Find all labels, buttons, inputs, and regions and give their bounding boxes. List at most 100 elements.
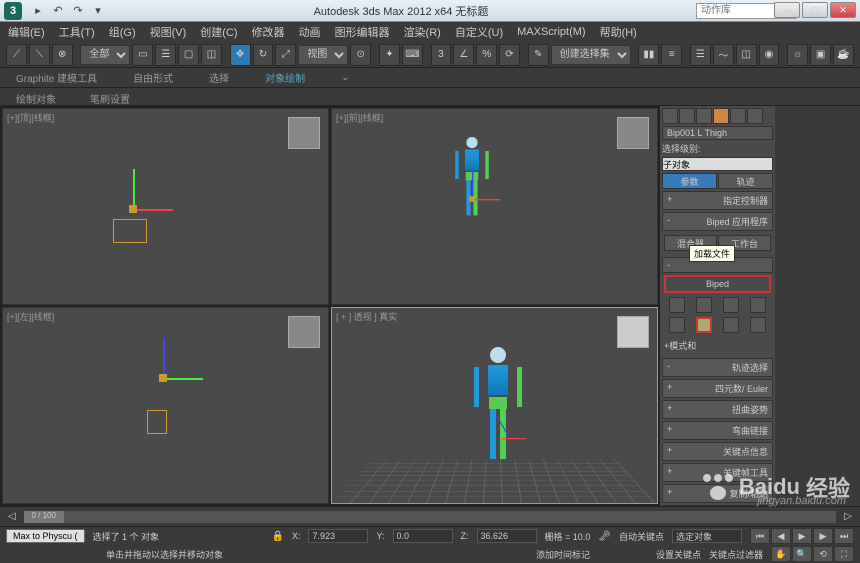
rollout-biped-apps[interactable]: -Biped 应用程序 [662,212,773,231]
qat-redo-icon[interactable]: ↷ [70,3,86,19]
set-key-button[interactable]: 设置关键点 [656,548,701,561]
menu-create[interactable]: 创建(C) [200,24,237,40]
coord-y-input[interactable] [393,529,453,543]
time-slider[interactable]: 0 / 100 [24,511,837,523]
key-filters-button[interactable]: 关键点过滤器 [709,548,763,561]
render-icon[interactable]: ☕ [833,44,854,66]
app-icon[interactable]: 3 [4,2,22,20]
menu-modifiers[interactable]: 修改器 [252,24,285,40]
qat-undo-icon[interactable]: ↶ [50,3,66,19]
use-pivot-icon[interactable]: ⊙ [350,44,371,66]
menu-graph-editors[interactable]: 图形编辑器 [335,24,390,40]
selection-filter[interactable]: 全部 [80,45,130,65]
coord-x-input[interactable] [308,529,368,543]
menu-animation[interactable]: 动画 [299,24,321,40]
sub-object-field[interactable] [662,157,773,171]
viewport-label[interactable]: [+][顶][线框] [7,111,54,124]
viewcube-icon[interactable] [288,117,320,149]
keyboard-shortcut-icon[interactable]: ⌨ [402,44,423,66]
rollout-quaternion[interactable]: +四元数/ Euler [662,379,773,398]
rollout-assign-controller[interactable]: +指定控制器 [662,191,773,210]
nav-zoom-icon[interactable]: 🔍 [792,546,812,562]
rollout-key-info[interactable]: +关键点信息 [662,442,773,461]
footstep-mode-icon[interactable] [696,297,712,313]
align-icon[interactable]: ≡ [661,44,682,66]
menu-group[interactable]: 组(G) [109,24,136,40]
viewcube-icon[interactable] [617,117,649,149]
curve-editor-icon[interactable]: 〜 [713,44,734,66]
bind-icon[interactable]: ⊗ [52,44,73,66]
biped-playback-icon[interactable] [669,317,685,333]
menu-rendering[interactable]: 渲染(R) [404,24,441,40]
prev-frame-icon[interactable]: ◀ [771,528,791,544]
move-icon[interactable]: ✥ [230,44,251,66]
select-region-icon[interactable]: ▢ [178,44,199,66]
mixer-mode-icon[interactable] [750,297,766,313]
spinner-snap-icon[interactable]: ⟳ [499,44,520,66]
timeline[interactable]: ◁ 0 / 100 ▷ [0,506,860,526]
unlink-icon[interactable]: ⟍ [29,44,50,66]
mirror-icon[interactable]: ▮▮ [638,44,659,66]
menu-help[interactable]: 帮助(H) [600,24,637,40]
select-by-name-icon[interactable]: ☰ [155,44,176,66]
lock-icon[interactable]: 🔒 [272,531,284,542]
time-marker[interactable]: 0 / 100 [24,511,64,523]
maximize-button[interactable]: ▢ [802,2,828,18]
render-frame-icon[interactable]: ▣ [810,44,831,66]
tab-freeform[interactable]: 自由形式 [125,67,181,88]
select-icon[interactable]: ▭ [132,44,153,66]
percent-snap-icon[interactable]: % [476,44,497,66]
load-file-icon[interactable] [696,317,712,333]
viewport-label[interactable]: [+][前][线框] [336,111,383,124]
tab-utilities-icon[interactable] [747,108,763,124]
viewcube-icon[interactable] [617,316,649,348]
nav-pan-icon[interactable]: ✋ [771,546,791,562]
trajectories-button[interactable]: 轨迹 [718,173,773,189]
viewport-perspective[interactable]: [ + ] 透视 ] 真实 [331,307,658,504]
tab-graphite[interactable]: Graphite 建模工具 [8,67,105,88]
menu-customize[interactable]: 自定义(U) [455,24,503,40]
nav-max-icon[interactable]: ⛶ [834,546,854,562]
nav-orbit-icon[interactable]: ⟲ [813,546,833,562]
minimize-button[interactable]: — [774,2,800,18]
parameters-button[interactable]: 参数 [662,173,717,189]
play-icon[interactable]: ▶ [792,528,812,544]
snap-toggle-icon[interactable]: 3 [431,44,452,66]
coord-z-input[interactable] [477,529,537,543]
next-key-icon[interactable]: ▷ [844,511,852,522]
tab-hierarchy-icon[interactable] [696,108,712,124]
add-time-tag[interactable]: 添加时间标记 [536,548,590,561]
save-file-icon[interactable] [723,317,739,333]
auto-key-button[interactable]: 自动关键点 [619,530,664,543]
ribbon-expand-icon[interactable]: ⌄ [333,69,357,86]
ref-coord-system[interactable]: 视图 [298,45,348,65]
viewport-label[interactable]: [ + ] 透视 ] 真实 [336,310,397,323]
menu-tools[interactable]: 工具(T) [59,24,95,40]
goto-end-icon[interactable]: ⏭ [834,528,854,544]
rotate-icon[interactable]: ↻ [253,44,274,66]
viewport-top[interactable]: [+][顶][线框] [2,108,329,305]
manipulate-icon[interactable]: ✦ [379,44,400,66]
tab-modify-icon[interactable] [679,108,695,124]
menu-edit[interactable]: 编辑(E) [8,24,45,40]
close-button[interactable]: ✕ [830,2,856,18]
edit-named-sel-icon[interactable]: ✎ [528,44,549,66]
layer-manager-icon[interactable]: ☰ [690,44,711,66]
tab-selection[interactable]: 选择 [201,67,237,88]
motion-flow-icon[interactable] [723,297,739,313]
key-target-field[interactable] [672,529,742,543]
menu-views[interactable]: 视图(V) [150,24,187,40]
rollout-twist[interactable]: +扭曲姿势 [662,400,773,419]
tab-create-icon[interactable] [662,108,678,124]
rollout-bend[interactable]: +弯曲链接 [662,421,773,440]
material-editor-icon[interactable]: ◉ [759,44,780,66]
menu-maxscript[interactable]: MAXScript(M) [517,26,585,38]
viewport-label[interactable]: [+][左][线框] [7,310,54,323]
scale-icon[interactable]: ⤢ [275,44,296,66]
rollout-track-selection[interactable]: -轨迹选择 [662,358,773,377]
figure-mode-icon[interactable] [669,297,685,313]
tab-motion-icon[interactable] [713,108,729,124]
key-icon[interactable]: 🗝 [598,531,611,542]
viewcube-icon[interactable] [288,316,320,348]
subtab-brush-settings[interactable]: 笔刷设置 [82,88,138,105]
